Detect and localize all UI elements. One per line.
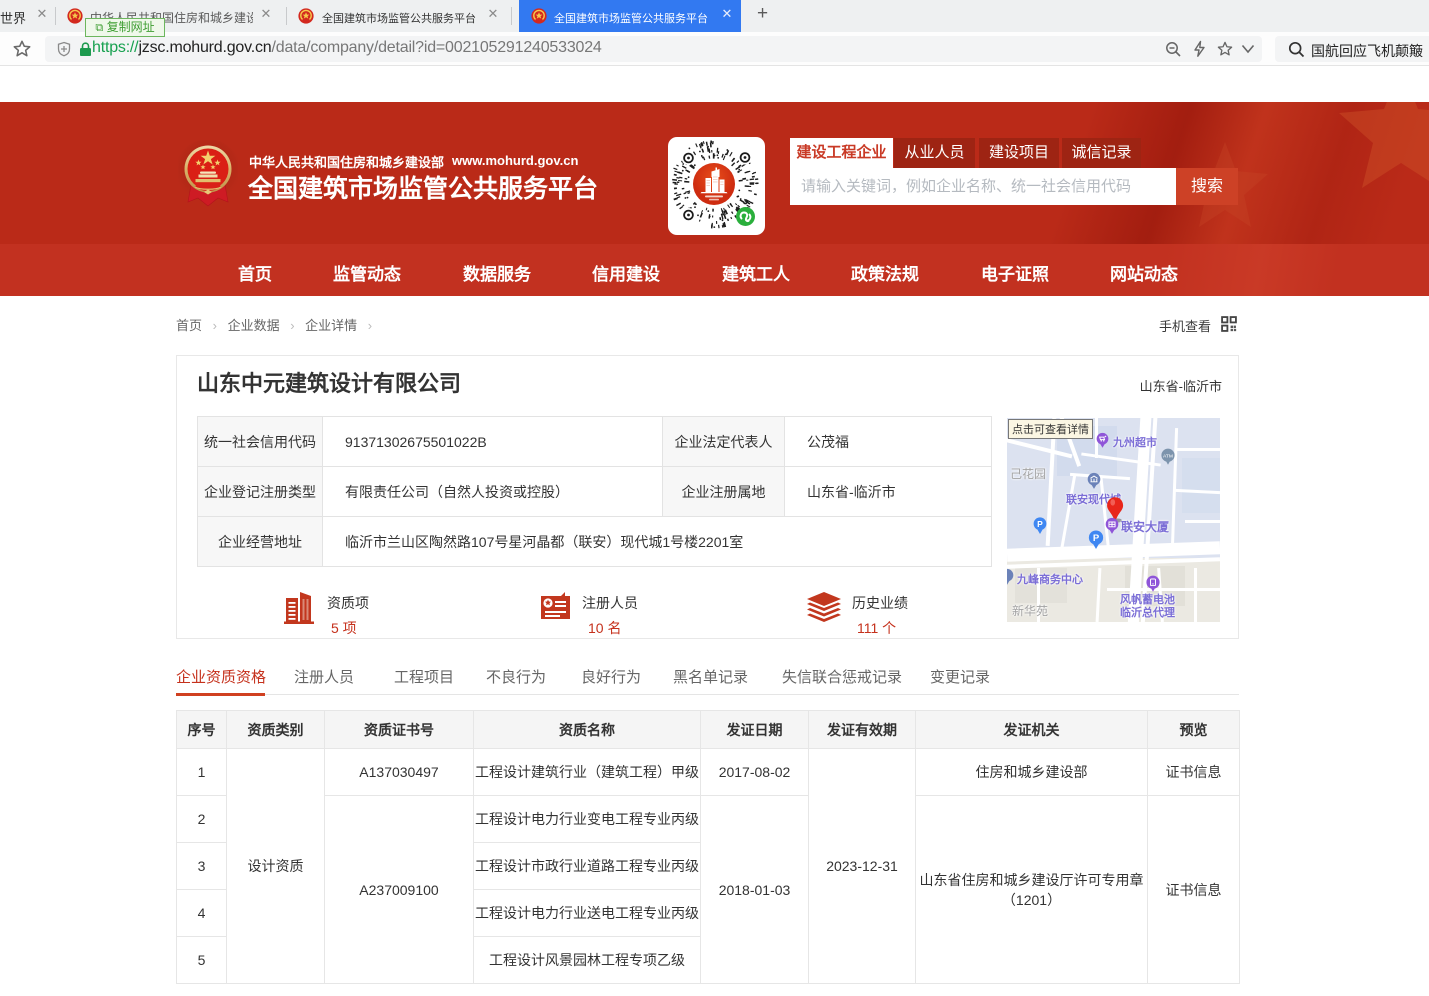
svg-text:P: P <box>1037 519 1043 529</box>
svg-text:ATM: ATM <box>1163 453 1173 459</box>
svg-text:P: P <box>1093 533 1100 544</box>
